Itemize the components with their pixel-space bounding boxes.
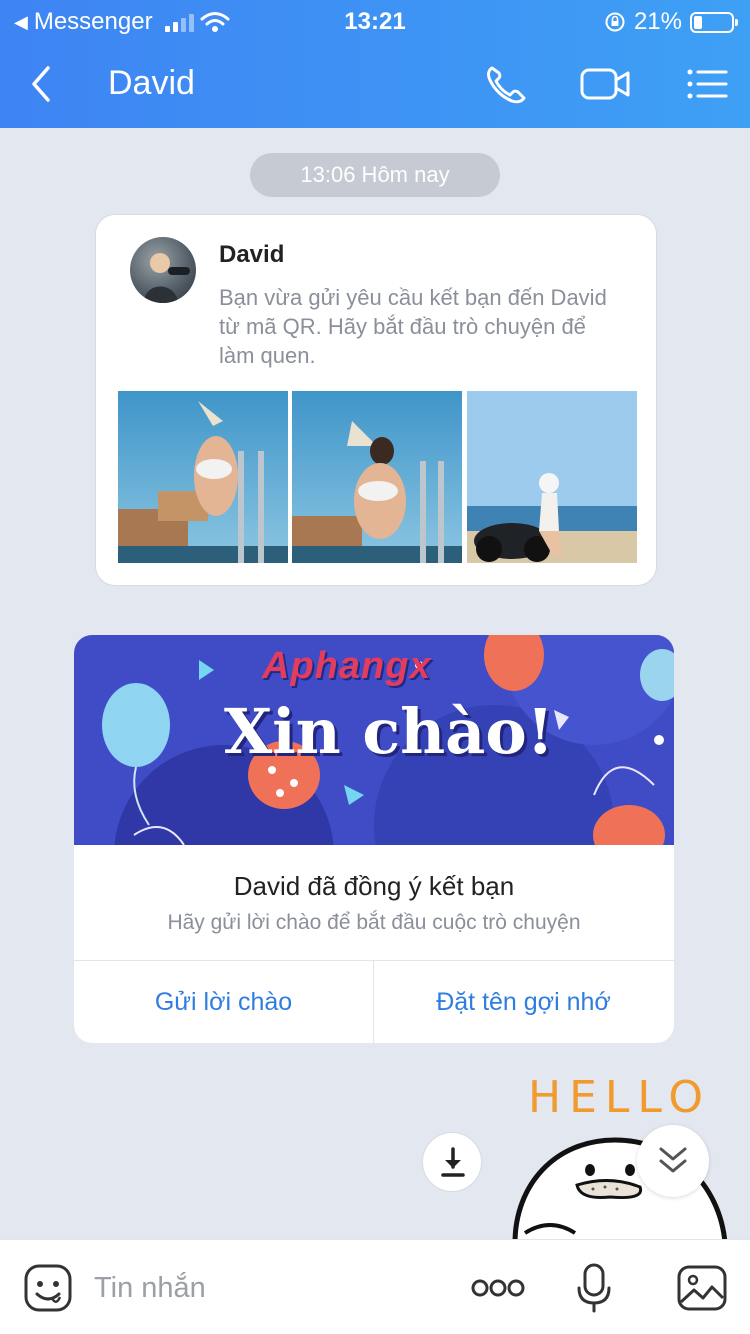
emoji-icon[interactable] — [22, 1262, 74, 1314]
friend-accepted-card: Aphangx Xin chào! David đã đồng ý kết bạ… — [74, 635, 674, 1043]
status-bar: ◀ Messenger 13:21 21% — [0, 0, 750, 44]
double-chevron-down-icon — [659, 1147, 687, 1173]
date-separator: 13:06 Hôm nay — [250, 153, 500, 197]
banner-greeting-text: Xin chào! — [224, 695, 554, 768]
download-icon — [441, 1147, 465, 1177]
battery-icon — [690, 11, 738, 33]
message-input[interactable] — [94, 1268, 444, 1308]
status-right: 21% — [604, 8, 738, 36]
profile-photo-3[interactable] — [467, 391, 637, 563]
top-bar: ◀ Messenger 13:21 21% David — [0, 0, 750, 128]
friend-request-card: David Bạn vừa gửi yêu cầu kết bạn đến Da… — [95, 214, 657, 586]
microphone-icon[interactable] — [568, 1262, 620, 1314]
battery-percent: 21% — [633, 8, 682, 35]
scroll-to-bottom-button[interactable] — [637, 1125, 709, 1197]
phone-icon[interactable] — [482, 62, 530, 106]
image-gallery-icon[interactable] — [676, 1262, 728, 1314]
chat-title[interactable]: David — [108, 64, 195, 103]
request-message: Bạn vừa gửi yêu cầu kết bạn đến David từ… — [219, 285, 607, 368]
banner-brand-watermark: Aphangx — [262, 645, 432, 687]
greeting-banner: Aphangx Xin chào! — [74, 635, 674, 845]
download-button[interactable] — [422, 1132, 482, 1192]
video-call-icon[interactable] — [580, 62, 632, 106]
profile-photo-2[interactable] — [292, 391, 462, 563]
more-options-icon[interactable] — [470, 1262, 526, 1314]
sender-name: David — [219, 241, 285, 268]
avatar[interactable] — [130, 237, 196, 303]
accepted-title: David đã đồng ý kết bạn — [233, 871, 515, 901]
menu-list-icon[interactable] — [684, 62, 732, 106]
sticker-hello-text: HELLO — [528, 1072, 711, 1123]
profile-photo-1[interactable] — [118, 391, 288, 563]
send-greeting-button[interactable]: Gửi lời chào — [74, 961, 373, 1043]
set-nickname-button[interactable]: Đặt tên gợi nhớ — [374, 961, 673, 1043]
rotation-lock-icon — [605, 12, 625, 32]
message-input-bar — [0, 1239, 750, 1334]
back-chevron-icon[interactable] — [22, 62, 62, 106]
accepted-subtitle: Hãy gửi lời chào để bắt đầu cuộc trò chu… — [167, 911, 581, 934]
